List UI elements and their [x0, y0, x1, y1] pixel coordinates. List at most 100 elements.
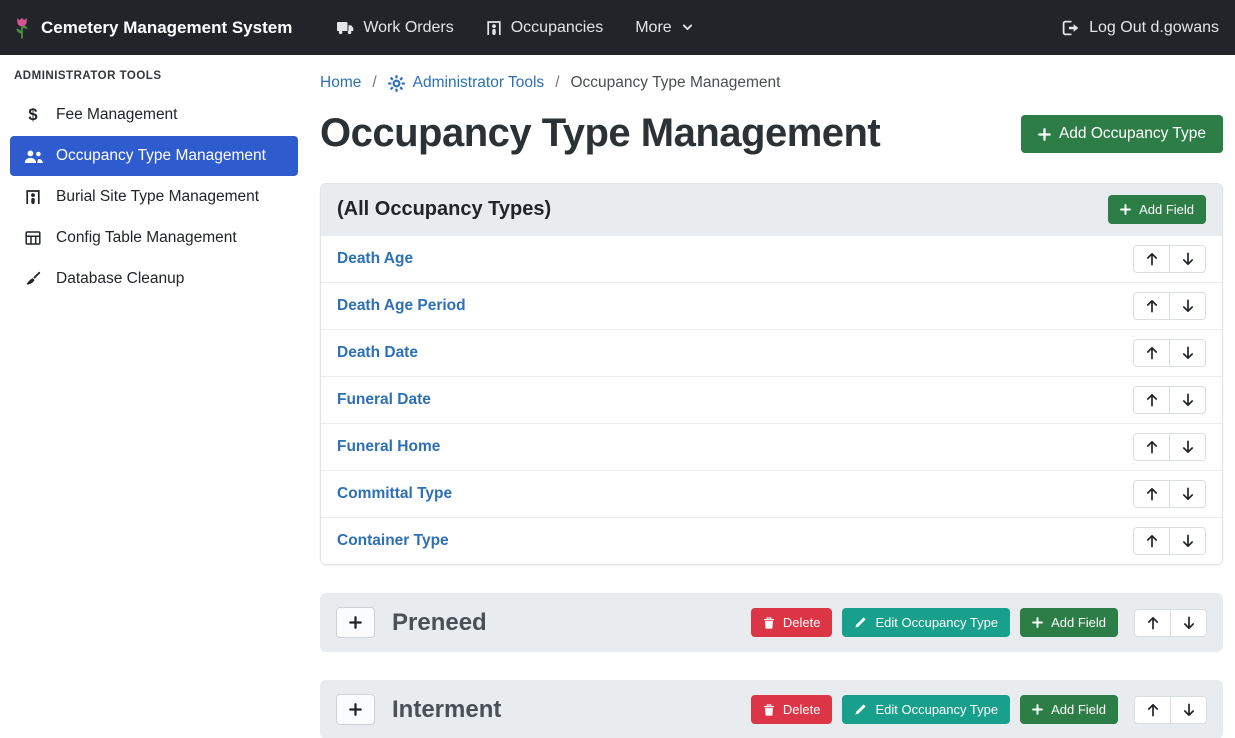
sidebar-header: Administrator Tools: [14, 70, 294, 82]
sidebar-item-label: Burial Site Type Management: [56, 188, 259, 206]
edit-occupancy-type-label: Edit Occupancy Type: [875, 615, 998, 630]
move-up-button[interactable]: [1133, 339, 1170, 367]
expand-section-button[interactable]: [336, 694, 375, 725]
add-field-button[interactable]: Add Field: [1020, 695, 1118, 724]
move-up-button[interactable]: [1133, 386, 1170, 414]
nav-occupancies-label: Occupancies: [511, 19, 604, 37]
move-buttons: [1134, 609, 1207, 637]
sidebar-item-config-table-management[interactable]: Config Table Management: [10, 218, 298, 258]
edit-occupancy-type-button[interactable]: Edit Occupancy Type: [842, 695, 1010, 724]
move-down-button[interactable]: [1169, 433, 1206, 461]
move-down-button[interactable]: [1169, 386, 1206, 414]
delete-button[interactable]: Delete: [751, 695, 833, 724]
move-down-button[interactable]: [1170, 696, 1207, 724]
add-field-label: Add Field: [1139, 202, 1194, 217]
move-up-button[interactable]: [1134, 696, 1171, 724]
breadcrumb-admin-tools-label: Administrator Tools: [413, 74, 545, 92]
occupancy-type-section-interment: Interment Delete Edit Occupancy Type Add…: [320, 680, 1223, 738]
move-up-button[interactable]: [1133, 433, 1170, 461]
field-link[interactable]: Container Type: [337, 532, 449, 550]
move-down-button[interactable]: [1169, 245, 1206, 273]
move-up-button[interactable]: [1133, 245, 1170, 273]
breadcrumb-current: Occupancy Type Management: [571, 74, 781, 92]
delete-button[interactable]: Delete: [751, 608, 833, 637]
nav-work-orders[interactable]: Work Orders: [320, 10, 469, 46]
pencil-icon: [854, 616, 867, 629]
move-down-button[interactable]: [1169, 292, 1206, 320]
field-link[interactable]: Death Age: [337, 250, 413, 268]
move-up-button[interactable]: [1133, 480, 1170, 508]
arrow-down-icon: [1182, 534, 1194, 548]
plus-icon: [349, 616, 362, 629]
arrow-up-icon: [1146, 534, 1158, 548]
field-link[interactable]: Death Date: [337, 344, 418, 362]
app-brand[interactable]: Cemetery Management System: [12, 15, 292, 41]
broom-icon: [23, 271, 43, 287]
add-occupancy-type-button[interactable]: Add Occupancy Type: [1021, 115, 1223, 153]
move-buttons: [1133, 292, 1206, 320]
nav-occupancies[interactable]: Occupancies: [470, 10, 620, 46]
expand-section-button[interactable]: [336, 607, 375, 638]
logout-icon: [1062, 20, 1080, 36]
field-row: Death Date: [321, 329, 1222, 376]
move-down-button[interactable]: [1169, 480, 1206, 508]
field-row: Container Type: [321, 517, 1222, 564]
title-row: Occupancy Type Management Add Occupancy …: [320, 108, 1223, 158]
move-down-button[interactable]: [1170, 609, 1207, 637]
arrow-up-icon: [1146, 252, 1158, 266]
field-row: Death Age: [321, 235, 1222, 282]
sidebar-item-database-cleanup[interactable]: Database Cleanup: [10, 259, 298, 299]
sidebar-item-fee-management[interactable]: $ Fee Management: [10, 95, 298, 135]
field-link[interactable]: Death Age Period: [337, 297, 466, 315]
breadcrumb-home-link[interactable]: Home: [320, 74, 361, 92]
move-down-button[interactable]: [1169, 339, 1206, 367]
add-field-button[interactable]: Add Field: [1108, 195, 1206, 224]
arrow-down-icon: [1182, 393, 1194, 407]
field-row: Funeral Date: [321, 376, 1222, 423]
breadcrumb-admin-tools-link[interactable]: Administrator Tools: [388, 74, 545, 92]
field-link[interactable]: Committal Type: [337, 485, 452, 503]
arrow-down-icon: [1183, 616, 1195, 630]
arrow-up-icon: [1146, 346, 1158, 360]
move-buttons: [1133, 339, 1206, 367]
plus-icon: [1032, 704, 1043, 715]
nav-more[interactable]: More: [619, 10, 709, 46]
add-field-button[interactable]: Add Field: [1020, 608, 1118, 637]
arrow-down-icon: [1183, 703, 1195, 717]
add-occupancy-type-label: Add Occupancy Type: [1059, 125, 1206, 143]
arrow-down-icon: [1182, 440, 1194, 454]
logout-button[interactable]: Log Out d.gowans: [1062, 19, 1219, 37]
move-buttons: [1134, 696, 1207, 724]
sidebar: Administrator Tools $ Fee Management Occ…: [0, 55, 308, 738]
section-actions: Delete Edit Occupancy Type Add Field: [751, 608, 1207, 637]
move-buttons: [1133, 433, 1206, 461]
move-up-button[interactable]: [1134, 609, 1171, 637]
field-link[interactable]: Funeral Date: [337, 391, 431, 409]
sidebar-item-burial-site-type-management[interactable]: Burial Site Type Management: [10, 177, 298, 217]
move-up-button[interactable]: [1133, 527, 1170, 555]
sidebar-item-occupancy-type-management[interactable]: Occupancy Type Management: [10, 136, 298, 176]
edit-occupancy-type-label: Edit Occupancy Type: [875, 702, 998, 717]
arrow-up-icon: [1146, 393, 1158, 407]
person-booth-icon: [486, 20, 502, 36]
move-buttons: [1133, 386, 1206, 414]
arrow-up-icon: [1146, 487, 1158, 501]
dollar-icon: $: [23, 107, 43, 124]
delete-label: Delete: [783, 615, 821, 630]
page-title: Occupancy Type Management: [320, 108, 880, 158]
card-header: (All Occupancy Types) Add Field: [321, 184, 1222, 235]
breadcrumb-separator: /: [372, 74, 376, 92]
truck-icon: [336, 20, 354, 35]
add-field-label: Add Field: [1051, 615, 1106, 630]
move-down-button[interactable]: [1169, 527, 1206, 555]
field-link[interactable]: Funeral Home: [337, 438, 440, 456]
navbar-links: Work Orders Occupancies More: [320, 10, 709, 46]
sidebar-item-label: Config Table Management: [56, 229, 237, 247]
move-up-button[interactable]: [1133, 292, 1170, 320]
arrow-down-icon: [1182, 346, 1194, 360]
breadcrumb-separator: /: [555, 74, 559, 92]
arrow-down-icon: [1182, 487, 1194, 501]
trash-icon: [763, 703, 775, 717]
add-field-label: Add Field: [1051, 702, 1106, 717]
edit-occupancy-type-button[interactable]: Edit Occupancy Type: [842, 608, 1010, 637]
